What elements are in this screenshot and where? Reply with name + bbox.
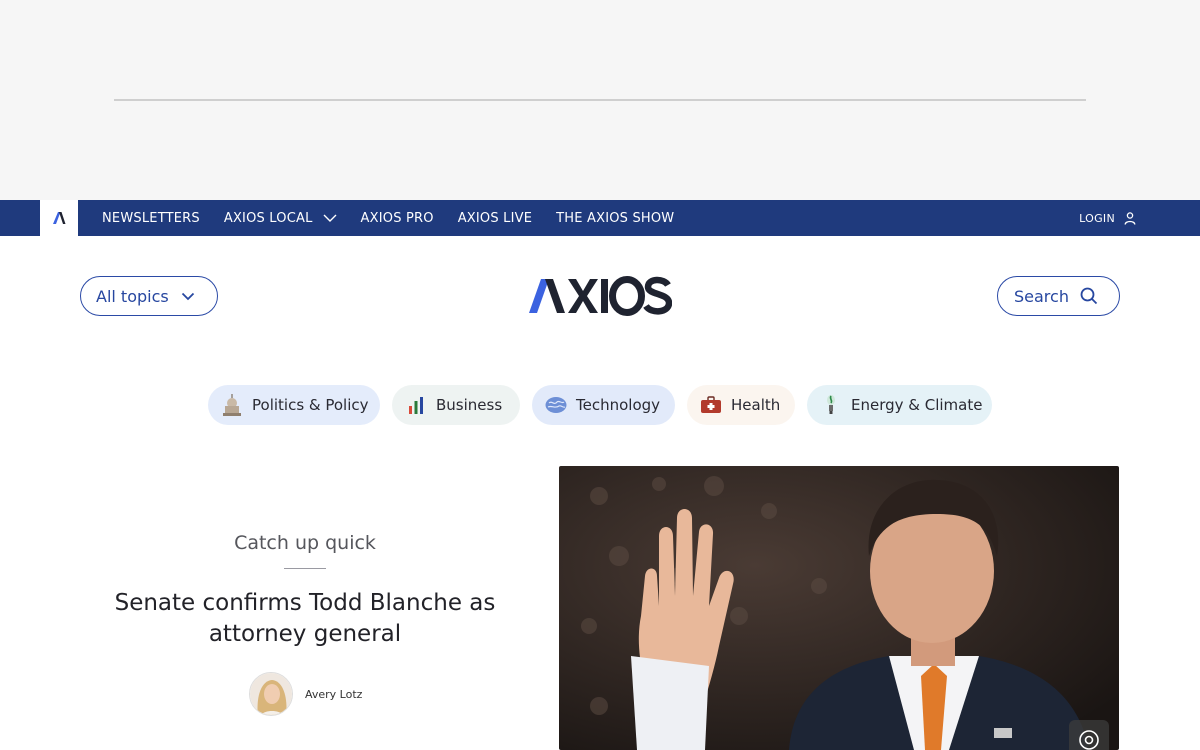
brain-chip-icon — [544, 393, 568, 417]
search-icon — [1080, 287, 1098, 305]
nav-label: AXIOS LIVE — [457, 210, 533, 226]
topic-chip-politics-policy[interactable]: Politics & Policy — [208, 385, 380, 425]
nav-label: AXIOS LOCAL — [223, 210, 313, 226]
nav-label: THE AXIOS SHOW — [556, 210, 675, 226]
login-label: LOGIN — [1079, 211, 1115, 225]
nav-axios-pro[interactable]: AXIOS PRO — [361, 211, 434, 226]
topic-chip-business[interactable]: Business — [392, 385, 520, 425]
first-aid-kit-icon — [699, 393, 723, 417]
topic-chip-energy-climate[interactable]: Energy & Climate — [807, 385, 992, 425]
user-icon — [1124, 211, 1136, 225]
nav-label: AXIOS PRO — [360, 210, 434, 226]
ad-divider — [114, 99, 1086, 101]
all-topics-label: All topics — [96, 286, 169, 306]
all-topics-button[interactable]: All topics — [80, 276, 218, 316]
author-name[interactable]: Avery Lotz — [305, 688, 362, 701]
topic-label: Energy & Climate — [851, 396, 983, 414]
lead-story: Catch up quick Senate confirms Todd Blan… — [80, 466, 530, 750]
nav-axios-local[interactable]: AXIOS LOCAL — [224, 211, 337, 226]
axios-logo[interactable] — [528, 276, 673, 316]
nav-label: NEWSLETTERS — [102, 210, 200, 226]
top-nav-bar: NEWSLETTERS AXIOS LOCAL AXIOS PRO AXIOS … — [0, 200, 1200, 236]
nav-the-axios-show[interactable]: THE AXIOS SHOW — [556, 211, 674, 226]
axios-mini-logo-icon[interactable] — [40, 200, 78, 236]
story-headline[interactable]: Senate confirms Todd Blanche as attorney… — [100, 588, 510, 650]
masthead: All topics Search — [0, 236, 1200, 356]
kicker-divider — [284, 568, 326, 569]
topic-label: Politics & Policy — [252, 396, 369, 414]
lead-story-photo[interactable] — [559, 466, 1119, 750]
nav-axios-live[interactable]: AXIOS LIVE — [458, 211, 532, 226]
search-label: Search — [1014, 286, 1069, 306]
login-button[interactable]: LOGIN — [1079, 200, 1136, 236]
nav-newsletters[interactable]: NEWSLETTERS — [102, 211, 200, 226]
author-avatar[interactable] — [249, 672, 293, 716]
topic-chip-health[interactable]: Health — [687, 385, 795, 425]
story-kicker: Catch up quick — [234, 532, 376, 554]
chevron-down-icon — [181, 292, 195, 301]
topic-chips: Politics & Policy Business Technology He… — [0, 384, 1200, 426]
capitol-icon — [220, 393, 244, 417]
chevron-down-icon — [323, 214, 337, 222]
ad-placeholder — [0, 0, 1200, 200]
topic-chip-technology[interactable]: Technology — [532, 385, 675, 425]
byline: Avery Lotz — [249, 672, 362, 716]
search-button[interactable]: Search — [997, 276, 1120, 316]
image-info-button[interactable] — [1069, 720, 1109, 750]
topic-label: Technology — [576, 396, 661, 414]
bar-chart-icon — [404, 393, 428, 417]
lightbulb-plant-icon — [819, 393, 843, 417]
top-nav-links: NEWSLETTERS AXIOS LOCAL AXIOS PRO AXIOS … — [102, 200, 698, 236]
topic-label: Health — [731, 396, 781, 414]
topic-label: Business — [436, 396, 503, 414]
